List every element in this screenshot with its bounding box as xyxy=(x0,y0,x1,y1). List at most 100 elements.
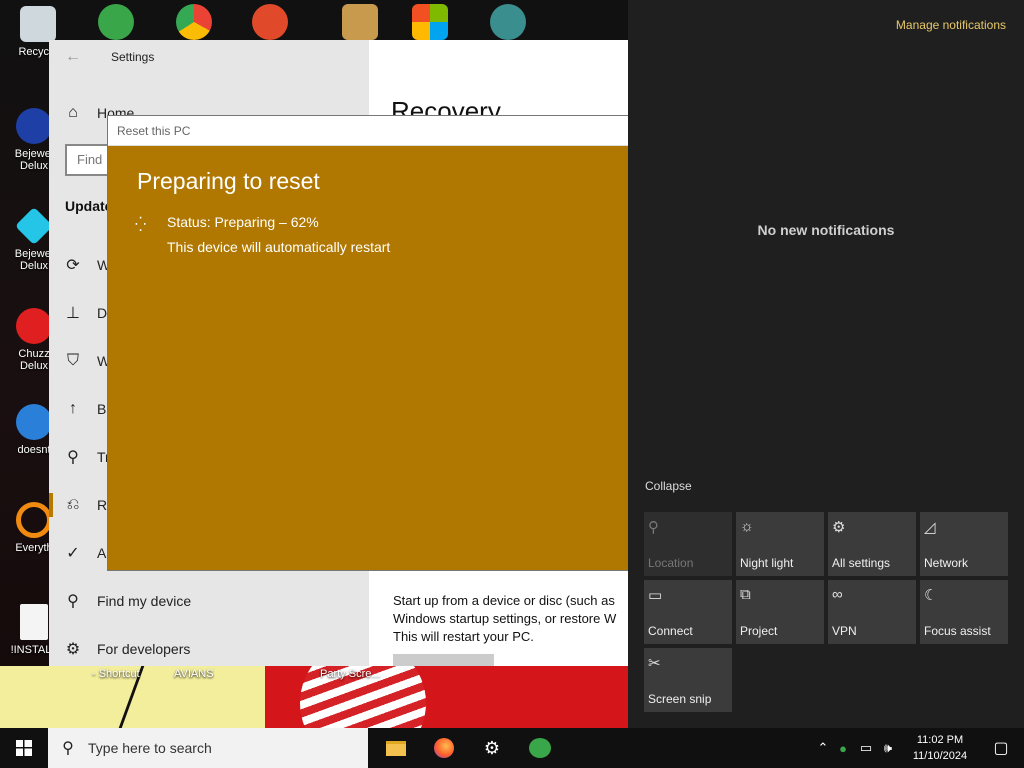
quick-action-network[interactable]: ◿ Network xyxy=(920,512,1008,576)
quick-action-screen-snip[interactable]: ✂ Screen snip xyxy=(644,648,732,712)
search-icon: ⚲ xyxy=(62,740,74,757)
tile-label: Screen snip xyxy=(648,692,712,706)
recycle-bin-icon xyxy=(20,6,56,42)
description-line: This will restart your PC. xyxy=(393,629,534,644)
messenger-icon xyxy=(529,738,551,758)
no-notifications-text: No new notifications xyxy=(757,222,895,238)
firefox-icon xyxy=(434,738,454,758)
description-line: Start up from a device or disc (such as xyxy=(393,593,615,608)
section-heading: Update xyxy=(65,198,113,214)
sync-icon: ⟳ xyxy=(66,257,80,274)
desktop-icon-label: doesnt xyxy=(17,444,51,456)
start-button[interactable] xyxy=(0,728,48,768)
chevron-up-icon[interactable]: ⌃ xyxy=(815,740,831,756)
action-center-button[interactable]: ▢ xyxy=(978,728,1024,768)
tile-label: Network xyxy=(924,556,969,570)
quick-action-night-light[interactable]: ☼ Night light xyxy=(736,512,824,576)
vpn-icon: ∞ xyxy=(832,586,843,603)
file-explorer-icon xyxy=(386,740,406,756)
text-file-icon xyxy=(20,604,48,640)
connect-icon: ▭ xyxy=(648,587,663,604)
restart-now-button[interactable] xyxy=(393,654,494,666)
dialog-titlebar: Reset this PC xyxy=(108,116,628,146)
loading-spinner-icon: ⁛ xyxy=(135,216,147,232)
bejeweled-icon xyxy=(16,108,52,144)
tile-label: Project xyxy=(740,624,778,638)
search-placeholder: Type here to search xyxy=(88,740,212,756)
taskbar-file-explorer[interactable] xyxy=(372,728,420,768)
tile-label: All settings xyxy=(832,556,891,570)
thunderbird-icon xyxy=(16,404,52,440)
messenger-tray-icon[interactable]: ● xyxy=(831,741,855,756)
taskbar-firefox[interactable] xyxy=(420,728,468,768)
tile-label: VPN xyxy=(832,624,857,638)
desktop-icon-label: Chuzz Delux xyxy=(18,348,50,372)
gear-icon: ⚙ xyxy=(832,519,846,536)
tile-label: Night light xyxy=(740,556,794,570)
advanced-startup-description: Start up from a device or disc (such as … xyxy=(393,592,628,646)
description-line: Windows startup settings, or restore W xyxy=(393,611,617,626)
taskbar-settings[interactable]: ⚙ xyxy=(468,728,516,768)
window-title: Settings xyxy=(111,50,155,64)
chrome-icon xyxy=(176,4,212,40)
desktop-icon-label: Bejewel Delux xyxy=(14,148,54,172)
quick-action-focus-assist[interactable]: ☾ Focus assist xyxy=(920,580,1008,644)
dialog-title: Reset this PC xyxy=(117,124,191,138)
quick-action-vpn[interactable]: ∞ VPN xyxy=(828,580,916,644)
taskbar-clock[interactable]: 11:02 PM 11/10/2024 xyxy=(908,732,972,764)
nav-item-label: Find my device xyxy=(97,593,192,609)
quick-action-connect[interactable]: ▭ Connect xyxy=(644,580,732,644)
notification-icon: ▢ xyxy=(993,740,1009,757)
back-arrow-icon[interactable]: ← xyxy=(65,48,81,66)
tile-label: Focus assist xyxy=(924,624,991,638)
clock-date: 11/10/2024 xyxy=(912,750,968,762)
settings-gear-icon: ⚙ xyxy=(483,737,501,758)
nav-item-for-developers[interactable]: ⚙ For developers xyxy=(49,625,369,673)
chuzzle-icon xyxy=(16,308,52,344)
location-icon: ⚲ xyxy=(648,519,659,536)
moon-icon: ☾ xyxy=(924,587,938,604)
sun-icon: ☼ xyxy=(740,518,754,535)
network-tray-icon[interactable]: ▭ xyxy=(855,740,877,756)
game-shortcut[interactable] xyxy=(478,4,538,44)
developer-icon: ⚙ xyxy=(65,641,81,658)
clock-time: 11:02 PM xyxy=(916,734,964,746)
microsoft-shortcut[interactable] xyxy=(400,4,460,44)
system-tray: ⌃ ● ▭ 🕪 xyxy=(815,728,899,768)
desktop-icon-label: Bejewel Delux xyxy=(14,248,54,272)
messenger-shortcut[interactable] xyxy=(86,4,146,44)
home-icon: ⌂ xyxy=(68,104,78,121)
action-center: Manage notifications No new notification… xyxy=(628,0,1024,728)
project-icon: ⧉ xyxy=(740,586,751,603)
chrome-shortcut[interactable] xyxy=(164,4,224,44)
quick-action-project[interactable]: ⧉ Project xyxy=(736,580,824,644)
windows-logo-icon xyxy=(16,740,32,756)
app-shortcut-p[interactable] xyxy=(240,4,300,44)
activation-icon: ✓ xyxy=(66,545,80,562)
person-pin-icon: ⚲ xyxy=(67,593,79,610)
snip-icon: ✂ xyxy=(648,655,661,672)
taskbar: ⚲ Type here to search ⚙ ⌃ ● ▭ 🕪 11:02 PM… xyxy=(0,728,1024,768)
collapse-link[interactable]: Collapse xyxy=(645,479,692,493)
quick-action-all-settings[interactable]: ⚙ All settings xyxy=(828,512,916,576)
nav-item-find-my-device[interactable]: ⚲ Find my device xyxy=(49,577,369,625)
reset-pc-dialog: Reset this PC Preparing to reset ⁛ Statu… xyxy=(108,116,628,570)
volume-icon[interactable]: 🕪 xyxy=(877,740,899,756)
search-everything-icon xyxy=(16,502,52,538)
microsoft-icon xyxy=(412,4,448,40)
messenger-icon xyxy=(98,4,134,40)
find-placeholder: Find xyxy=(77,152,103,167)
app-shortcut-box[interactable] xyxy=(330,4,390,44)
app-p-icon xyxy=(252,4,288,40)
delivery-icon: ⊥ xyxy=(66,305,80,322)
taskbar-messenger[interactable] xyxy=(516,728,564,768)
manage-notifications-link[interactable]: Manage notifications xyxy=(896,18,1006,32)
quick-action-location[interactable]: ⚲ Location xyxy=(644,512,732,576)
wrench-icon: ⚲ xyxy=(67,449,79,466)
backup-icon: ↑ xyxy=(69,400,77,417)
taskbar-search-box[interactable]: ⚲ Type here to search xyxy=(48,728,368,768)
nav-item-label: For developers xyxy=(97,641,191,657)
dialog-heading: Preparing to reset xyxy=(137,168,320,194)
tile-label: Connect xyxy=(648,624,693,638)
recovery-icon: ⎌ xyxy=(66,496,80,513)
